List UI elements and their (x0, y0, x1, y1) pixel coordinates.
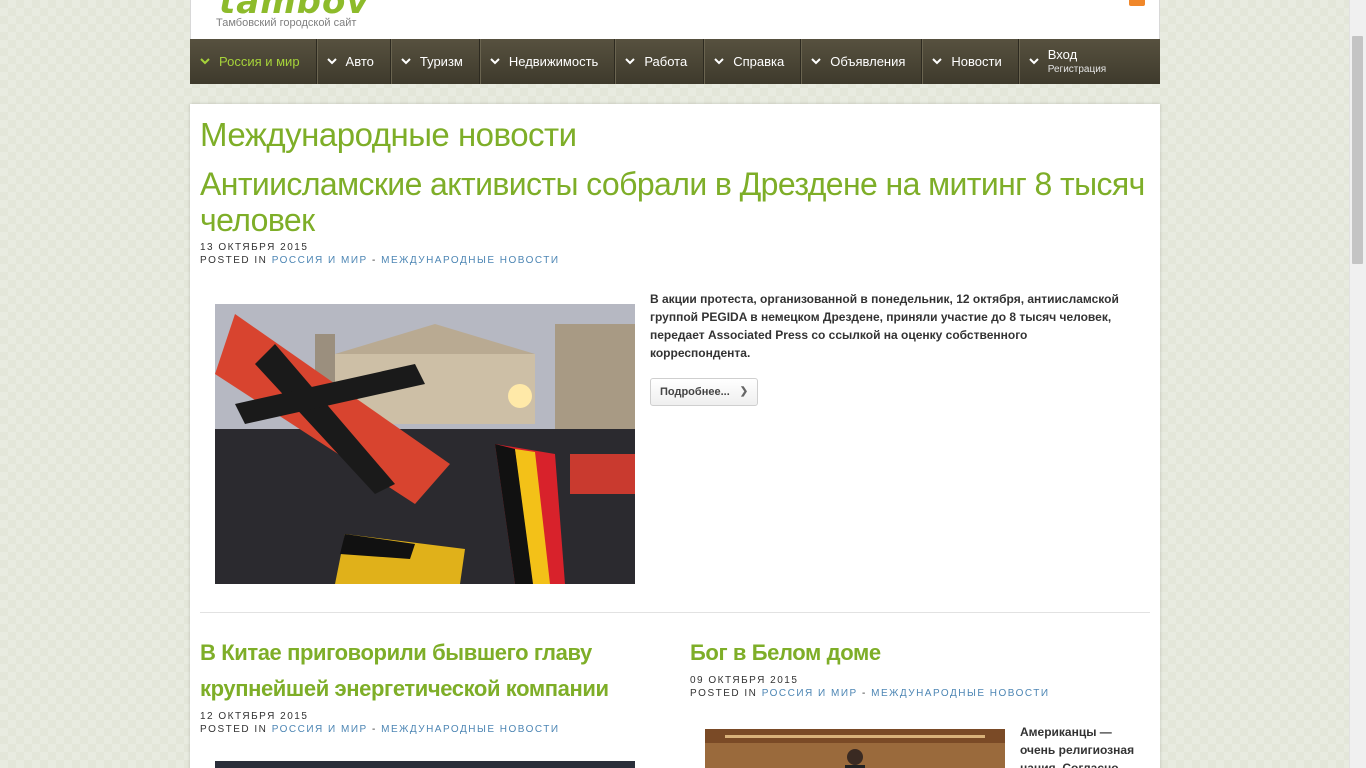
article-date: 12 ОКТЯБРЯ 2015 (200, 711, 309, 722)
article-categories: POSTED IN РОССИЯ И МИР - МЕЖДУНАРОДНЫЕ Н… (200, 724, 690, 735)
nav-item-tourism[interactable]: Туризм (391, 39, 480, 84)
featured-article-image[interactable] (215, 304, 635, 584)
posted-in-label: POSTED IN (690, 688, 758, 699)
featured-article-date: 13 ОКТЯБРЯ 2015 (200, 242, 309, 253)
nav-item-real-estate[interactable]: Недвижимость (480, 39, 616, 84)
nav-label: Объявления (830, 54, 906, 69)
category-link-russia-world[interactable]: РОССИЯ И МИР (762, 688, 858, 699)
featured-article-title[interactable]: Антиисламские активисты собрали в Дрезде… (200, 166, 1150, 238)
register-link[interactable]: Регистрация (1048, 64, 1106, 75)
page-container: tambov Тамбовский городской сайт Россия … (190, 0, 1160, 768)
nav-label: Недвижимость (508, 54, 599, 69)
chevron-right-icon: ❯ (739, 386, 749, 397)
featured-article-excerpt: В акции протеста, организованной в понед… (650, 292, 1119, 360)
chevron-down-icon (625, 57, 636, 67)
chevron-down-icon (811, 57, 821, 67)
article-card: В Китае приговорили бывшего главу крупне… (200, 635, 690, 768)
section-title: Международные новости (200, 116, 577, 153)
posted-in-label: POSTED IN (200, 724, 268, 735)
rss-icon[interactable] (1129, 0, 1145, 6)
category-link-international[interactable]: МЕЖДУНАРОДНЫЕ НОВОСТИ (381, 724, 559, 735)
chevron-down-icon (200, 57, 210, 67)
main-content: Международные новости Антиисламские акти… (190, 104, 1160, 768)
nav-item-news[interactable]: Новости (922, 39, 1019, 84)
nav-label: Авто (345, 54, 374, 69)
nav-item-login[interactable]: Вход Регистрация (1019, 39, 1122, 84)
login-stack: Вход Регистрация (1048, 47, 1106, 75)
nav-item-jobs[interactable]: Работа (615, 39, 705, 84)
nav-label: Работа (644, 54, 688, 69)
article-title[interactable]: В Китае приговорили бывшего главу крупне… (200, 635, 690, 707)
category-link-russia-world[interactable]: РОССИЯ И МИР (272, 724, 368, 735)
category-link-international[interactable]: МЕЖДУНАРОДНЫЕ НОВОСТИ (871, 688, 1049, 699)
article-image[interactable] (215, 761, 635, 768)
article-title[interactable]: Бог в Белом доме (690, 635, 1150, 671)
article-date: 09 ОКТЯБРЯ 2015 (690, 675, 799, 686)
article-columns: В Китае приговорили бывшего главу крупне… (200, 635, 1150, 768)
read-more-button[interactable]: Подробнее... ❯ (650, 378, 759, 406)
chevron-down-icon (932, 57, 943, 67)
login-label[interactable]: Вход (1048, 47, 1106, 62)
scrollbar-thumb[interactable] (1352, 36, 1363, 264)
nav-item-auto[interactable]: Авто (317, 39, 391, 84)
article-divider (200, 612, 1150, 613)
main-nav: Россия и мир Авто Туризм Недвижимость Ра… (190, 39, 1160, 84)
nav-item-russia-world[interactable]: Россия и мир (190, 39, 317, 84)
chevron-down-icon (326, 57, 337, 67)
chevron-down-icon (490, 57, 500, 67)
category-separator: - (371, 724, 377, 735)
category-link-international[interactable]: МЕЖДУНАРОДНЫЕ НОВОСТИ (381, 255, 559, 266)
article-image[interactable] (705, 729, 1005, 768)
nav-item-classifieds[interactable]: Объявления (801, 39, 923, 84)
nav-label: Россия и мир (219, 54, 300, 69)
category-separator: - (861, 688, 867, 699)
nav-label: Справка (733, 54, 785, 69)
chevron-down-icon (1029, 57, 1039, 67)
featured-article-categories: POSTED IN РОССИЯ И МИР - МЕЖДУНАРОДНЫЕ Н… (200, 255, 1150, 266)
nav-label: Туризм (419, 54, 463, 69)
article-categories: POSTED IN РОССИЯ И МИР - МЕЖДУНАРОДНЫЕ Н… (690, 688, 1150, 699)
chevron-down-icon (714, 57, 724, 67)
category-link-russia-world[interactable]: РОССИЯ И МИР (272, 255, 368, 266)
featured-article-excerpt-wrap: В акции протеста, организованной в понед… (650, 290, 1130, 584)
site-tagline: Тамбовский городской сайт (216, 17, 357, 29)
chevron-down-icon (401, 57, 411, 67)
article-excerpt: Американцы — очень религиозная нация. Со… (1020, 725, 1135, 768)
featured-article-body: В акции протеста, организованной в понед… (200, 290, 1150, 584)
category-separator: - (371, 255, 377, 266)
nav-label: Новости (951, 54, 1002, 69)
posted-in-label: POSTED IN (200, 255, 268, 266)
nav-item-reference[interactable]: Справка (704, 39, 802, 84)
read-more-label: Подробнее... (660, 386, 730, 398)
page-scrollbar[interactable] (1349, 0, 1366, 768)
site-header: tambov Тамбовский городской сайт (190, 0, 1160, 39)
article-body: Американцы — очень религиозная нация. Со… (690, 723, 1150, 768)
article-card: Бог в Белом доме 09 ОКТЯБРЯ 2015 POSTED … (690, 635, 1150, 768)
